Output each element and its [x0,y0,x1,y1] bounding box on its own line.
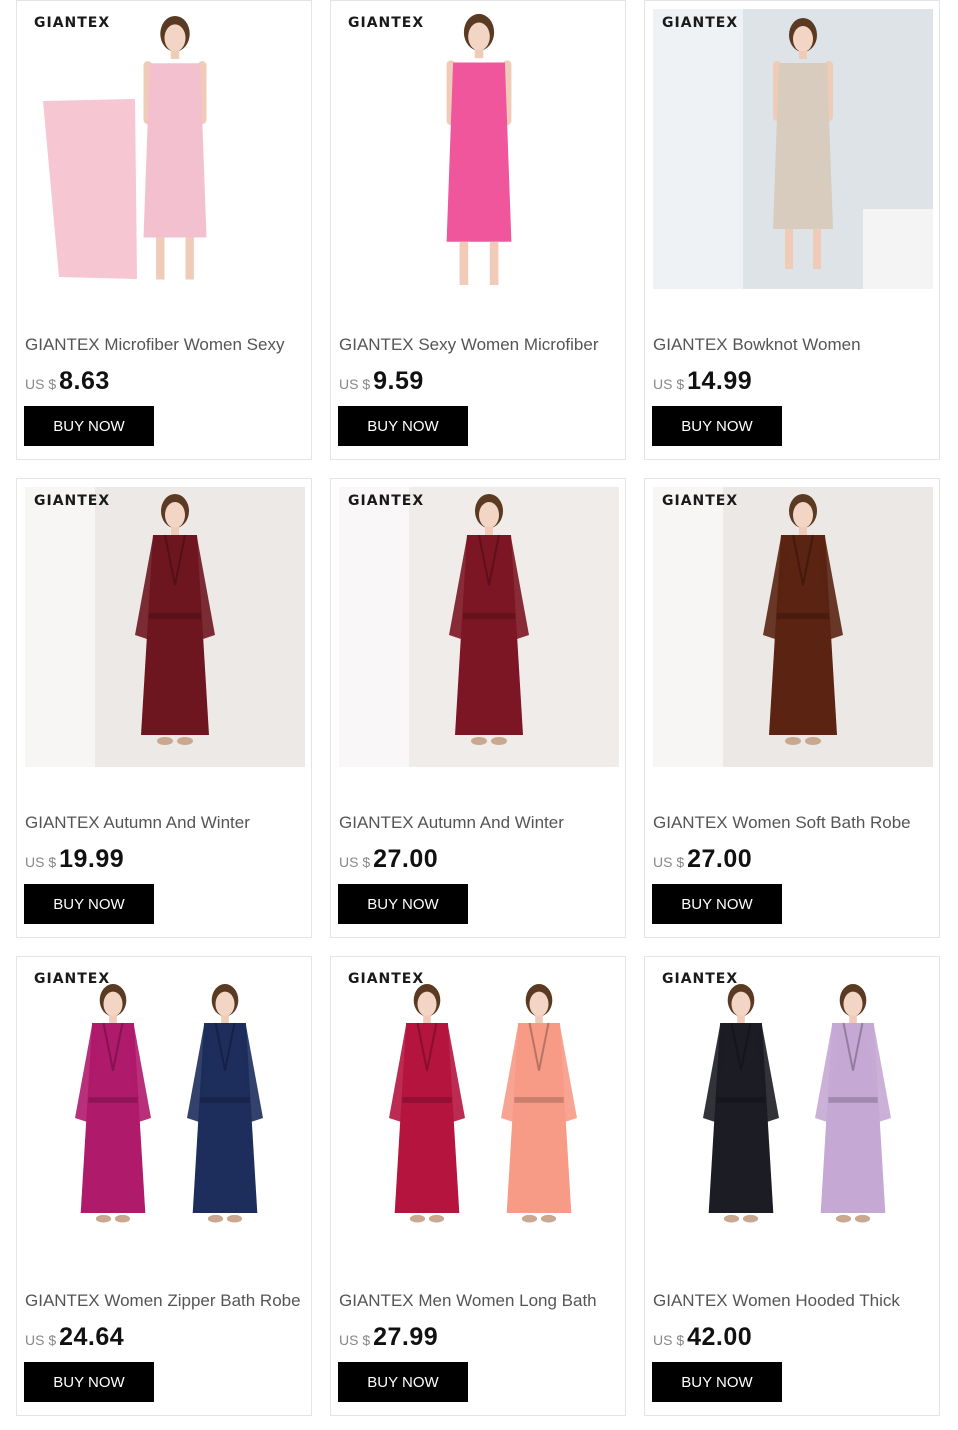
price-currency: US $ [339,376,371,392]
product-price: US $24.64 [25,1323,124,1353]
product-card[interactable]: GIANTEX GIANTEX Autumn And Winter US $27… [330,478,626,938]
price-amount: 42.00 [687,1323,753,1351]
product-card[interactable]: GIANTEX GIANTEX Sexy Women Microfiber US… [330,0,626,460]
price-currency: US $ [339,854,371,870]
product-image[interactable]: GIANTEX [339,965,619,1245]
product-card[interactable]: GIANTEX GIANTEX Women Soft Bath Robe US … [644,478,940,938]
buy-now-button[interactable]: BUY NOW [24,1362,154,1402]
price-amount: 8.63 [59,367,110,395]
buy-now-button[interactable]: BUY NOW [338,1362,468,1402]
product-image[interactable]: GIANTEX [25,487,305,767]
product-card[interactable]: GIANTEX GIANTEX Bowknot Women US $14.99 … [644,0,940,460]
product-price: US $9.59 [339,367,424,397]
product-photo-illustration [653,9,933,289]
price-currency: US $ [653,854,685,870]
product-title[interactable]: GIANTEX Bowknot Women [653,335,937,355]
product-image[interactable]: GIANTEX [653,9,933,289]
buy-now-button[interactable]: BUY NOW [652,884,782,924]
price-amount: 9.59 [373,367,424,395]
product-photo-illustration [43,15,207,280]
price-amount: 14.99 [687,367,753,395]
brand-logo: GIANTEX [662,971,739,987]
product-title[interactable]: GIANTEX Autumn And Winter [25,813,309,833]
product-title[interactable]: GIANTEX Autumn And Winter [339,813,623,833]
product-photo-illustration [703,984,891,1223]
price-amount: 27.00 [373,845,439,873]
brand-logo: GIANTEX [662,15,739,31]
buy-now-button[interactable]: BUY NOW [24,884,154,924]
product-card[interactable]: GIANTEX GIANTEX Men Women Long Bath US $… [330,956,626,1416]
product-price: US $8.63 [25,367,110,397]
product-card[interactable]: GIANTEX GIANTEX Autumn And Winter US $19… [16,478,312,938]
product-price: US $27.00 [339,845,438,875]
buy-now-button[interactable]: BUY NOW [24,406,154,446]
brand-logo: GIANTEX [348,971,425,987]
product-photo-illustration [446,13,512,285]
product-title[interactable]: GIANTEX Men Women Long Bath [339,1291,623,1311]
product-price: US $27.00 [653,845,752,875]
buy-now-button[interactable]: BUY NOW [338,406,468,446]
product-price: US $27.99 [339,1323,438,1353]
product-title[interactable]: GIANTEX Women Hooded Thick [653,1291,937,1311]
price-currency: US $ [653,1332,685,1348]
price-currency: US $ [653,376,685,392]
product-photo-illustration [25,487,215,767]
product-image[interactable]: GIANTEX [25,965,305,1245]
brand-logo: GIANTEX [34,971,111,987]
price-amount: 27.99 [373,1323,439,1351]
product-card[interactable]: GIANTEX GIANTEX Microfiber Women Sexy US… [16,0,312,460]
buy-now-button[interactable]: BUY NOW [652,406,782,446]
brand-logo: GIANTEX [348,493,425,509]
product-image[interactable]: GIANTEX [653,965,933,1245]
price-amount: 19.99 [59,845,125,873]
product-price: US $14.99 [653,367,752,397]
brand-logo: GIANTEX [34,493,111,509]
brand-logo: GIANTEX [34,15,111,31]
product-image[interactable]: GIANTEX [25,9,305,289]
price-currency: US $ [25,376,57,392]
product-image[interactable]: GIANTEX [339,9,619,289]
product-image[interactable]: GIANTEX [339,487,619,767]
brand-logo: GIANTEX [348,15,425,31]
product-photo-illustration [339,487,529,767]
buy-now-button[interactable]: BUY NOW [652,1362,782,1402]
buy-now-button[interactable]: BUY NOW [338,884,468,924]
price-amount: 24.64 [59,1323,125,1351]
product-photo-illustration [653,487,843,767]
price-currency: US $ [25,854,57,870]
product-title[interactable]: GIANTEX Women Zipper Bath Robe [25,1291,309,1311]
product-price: US $42.00 [653,1323,752,1353]
product-photo-illustration [389,984,577,1223]
product-price: US $19.99 [25,845,124,875]
brand-logo: GIANTEX [662,493,739,509]
product-title[interactable]: GIANTEX Sexy Women Microfiber [339,335,623,355]
product-photo-illustration [75,984,263,1223]
product-image[interactable]: GIANTEX [653,487,933,767]
price-currency: US $ [25,1332,57,1348]
product-card[interactable]: GIANTEX GIANTEX Women Hooded Thick US $4… [644,956,940,1416]
price-currency: US $ [339,1332,371,1348]
product-title[interactable]: GIANTEX Women Soft Bath Robe [653,813,937,833]
product-card[interactable]: GIANTEX GIANTEX Women Zipper Bath Robe U… [16,956,312,1416]
product-title[interactable]: GIANTEX Microfiber Women Sexy [25,335,309,355]
price-amount: 27.00 [687,845,753,873]
